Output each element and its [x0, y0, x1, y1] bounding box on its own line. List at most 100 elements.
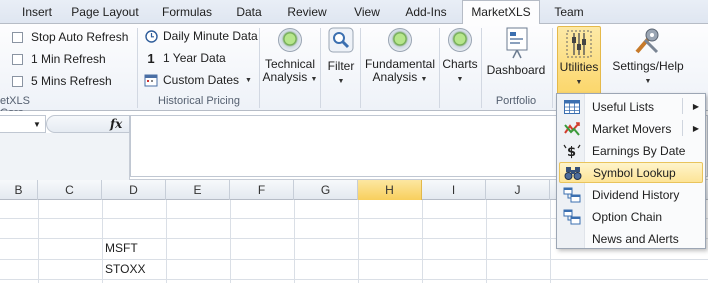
cell-msft[interactable]: MSFT: [105, 239, 138, 258]
grid-row-line: [0, 279, 708, 280]
group-separator: [320, 28, 321, 108]
column-header-d[interactable]: D: [102, 180, 166, 200]
group-separator: [481, 28, 482, 108]
column-header-e[interactable]: E: [166, 180, 230, 200]
settings-help-button[interactable]: Settings/Help ▼: [608, 26, 688, 92]
daily-minute-data-button[interactable]: Daily Minute Data: [144, 27, 258, 45]
calendar-icon: [144, 73, 158, 87]
tab-team[interactable]: Team: [551, 5, 587, 24]
tab-data[interactable]: Data: [232, 5, 266, 24]
checkbox-box[interactable]: [12, 53, 23, 65]
checkbox-box[interactable]: [12, 31, 23, 43]
group-separator: [552, 28, 553, 108]
column-header-f[interactable]: F: [230, 180, 294, 200]
menu-item-label: Dividend History: [592, 187, 680, 202]
tab-page-layout[interactable]: Page Layout: [70, 5, 140, 24]
tab-insert[interactable]: Insert: [17, 5, 57, 24]
cell-stoxx[interactable]: STOXX: [105, 260, 145, 279]
filter-label: Filter: [327, 59, 355, 73]
magnifier-icon: [327, 26, 355, 54]
menu-item-earnings-by-date[interactable]: $ Earnings By Date: [559, 140, 703, 161]
settings-help-label: Settings/Help: [612, 59, 684, 73]
group-label-portfolio: Portfolio: [495, 95, 537, 107]
market-movers-icon: [562, 120, 582, 138]
utilities-dropdown-menu: Useful Lists ▶ Market Movers ▶ $ Earning…: [556, 93, 706, 249]
green-ball-icon: [388, 28, 412, 52]
tab-formulas[interactable]: Formulas: [158, 5, 216, 24]
column-header-c[interactable]: C: [38, 180, 102, 200]
utilities-label: Utilities: [559, 60, 599, 74]
grid-col-line: [550, 200, 551, 283]
green-ball-icon: [278, 28, 302, 52]
column-header-b[interactable]: B: [0, 180, 38, 200]
menu-item-option-chain[interactable]: Option Chain: [559, 206, 703, 227]
one-year-data-button[interactable]: 1 1 Year Data: [144, 49, 226, 67]
column-header-j[interactable]: J: [486, 180, 550, 200]
group-separator: [360, 28, 361, 108]
svg-text:$: $: [567, 145, 576, 159]
fundamental-analysis-button[interactable]: Fundamental Analysis ▼: [362, 26, 438, 92]
tab-review[interactable]: Review: [284, 5, 330, 24]
earnings-icon: $: [562, 142, 582, 160]
chevron-down-icon: ▼: [456, 76, 464, 83]
column-header-g[interactable]: G: [294, 180, 358, 200]
chevron-down-icon: ▼: [575, 79, 583, 86]
filter-button[interactable]: Filter ▼: [323, 26, 359, 92]
group-separator: [439, 28, 440, 108]
news-icon-placeholder: [562, 230, 582, 248]
insert-function-icon[interactable]: fx: [110, 117, 122, 131]
dashboard-icon: [501, 26, 531, 60]
menu-item-symbol-lookup[interactable]: Symbol Lookup: [559, 162, 703, 183]
chevron-right-icon: ▶: [692, 124, 699, 133]
ribbon-tab-bar: Insert Page Layout Formulas Data Review …: [0, 0, 708, 25]
table-icon: [562, 98, 582, 116]
utilities-sliders-icon: [565, 29, 593, 58]
fundamental-analysis-label-2: Analysis: [372, 70, 418, 84]
settings-tools-icon: [631, 26, 665, 56]
grid-col-line: [358, 200, 359, 283]
grid-col-line: [486, 200, 487, 283]
menu-item-market-movers[interactable]: Market Movers ▶: [559, 118, 703, 139]
submenu-separator: [682, 98, 683, 114]
technical-analysis-button[interactable]: Technical Analysis ▼: [262, 26, 318, 92]
grid-col-line: [166, 200, 167, 283]
option-chain-icon: [562, 208, 582, 226]
menu-item-useful-lists[interactable]: Useful Lists ▶: [559, 96, 703, 117]
tab-marketxls[interactable]: MarketXLS: [462, 0, 540, 25]
charts-button[interactable]: Charts ▼: [441, 26, 479, 92]
grid-col-line: [38, 200, 39, 283]
chevron-down-icon: ▼: [420, 76, 428, 83]
five-mins-refresh-checkbox[interactable]: 5 Mins Refresh: [12, 72, 112, 90]
clock-icon: [144, 29, 158, 43]
menu-item-label: Symbol Lookup: [593, 165, 676, 180]
group-label-historical: Historical Pricing: [158, 95, 240, 107]
stop-auto-refresh-checkbox[interactable]: Stop Auto Refresh: [12, 28, 128, 46]
checkbox-box[interactable]: [12, 75, 23, 87]
checkbox-label: 5 Mins Refresh: [31, 74, 112, 88]
grid-col-line: [294, 200, 295, 283]
formula-bar-filler: [0, 133, 130, 180]
tab-view[interactable]: View: [349, 5, 385, 24]
utilities-button[interactable]: Utilities ▼: [557, 26, 601, 96]
dashboard-label: Dashboard: [486, 63, 546, 77]
menu-item-label: Earnings By Date: [592, 143, 686, 158]
column-header-h[interactable]: H: [358, 180, 422, 200]
dashboard-button[interactable]: Dashboard: [484, 26, 548, 92]
submenu-separator: [682, 120, 683, 136]
chevron-right-icon: ▶: [692, 102, 699, 111]
group-separator: [259, 28, 260, 108]
checkbox-label: 1 Min Refresh: [31, 52, 106, 66]
one-year-data-label: 1 Year Data: [163, 51, 226, 65]
chevron-down-icon: ▼: [310, 76, 318, 83]
checkbox-label: Stop Auto Refresh: [31, 30, 129, 44]
chevron-down-icon[interactable]: ▼: [33, 120, 41, 129]
daily-minute-data-label: Daily Minute Data: [163, 29, 258, 43]
column-header-i[interactable]: I: [422, 180, 486, 200]
custom-dates-button[interactable]: Custom Dates ▼: [144, 71, 252, 89]
menu-item-news-and-alerts[interactable]: News and Alerts: [559, 228, 703, 249]
menu-item-dividend-history[interactable]: Dividend History: [559, 184, 703, 205]
one-min-refresh-checkbox[interactable]: 1 Min Refresh: [12, 50, 106, 68]
custom-dates-label: Custom Dates: [163, 73, 240, 87]
tab-add-ins[interactable]: Add-Ins: [400, 5, 452, 24]
menu-item-label: Option Chain: [592, 209, 663, 224]
